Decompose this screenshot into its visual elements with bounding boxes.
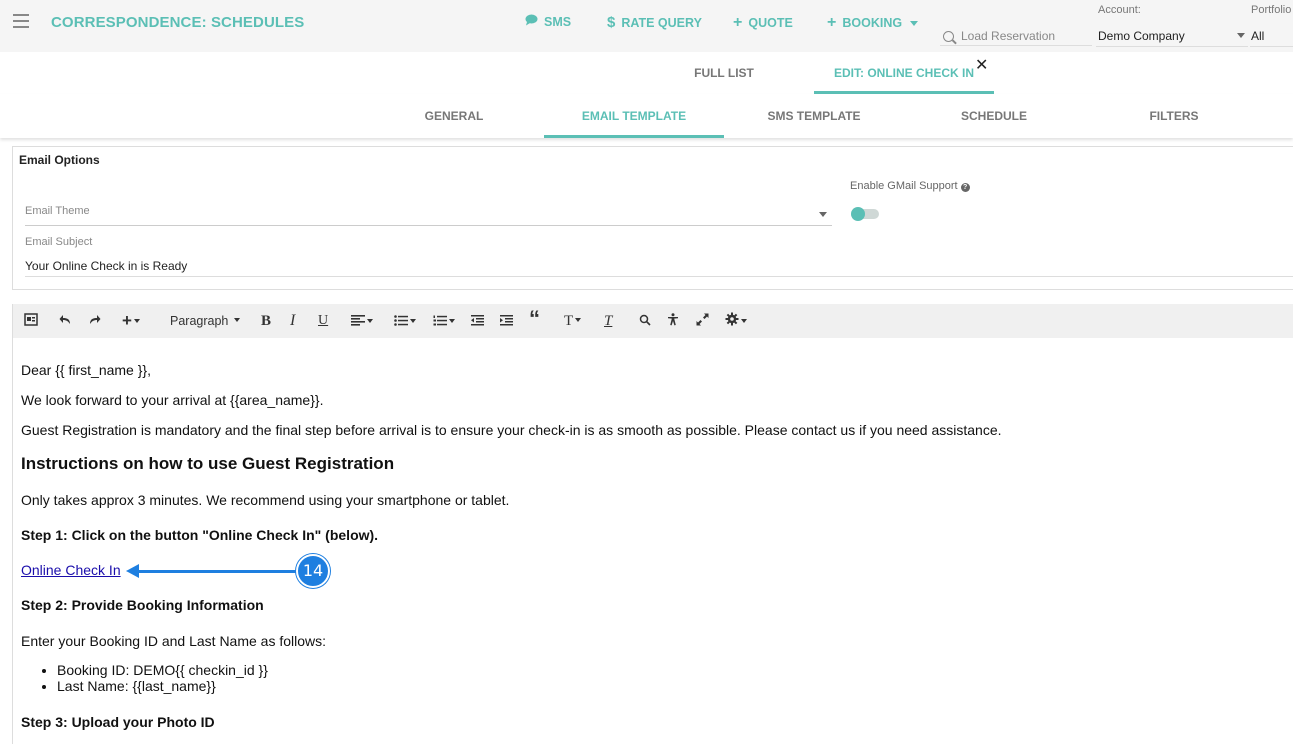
body-line: Only takes approx 3 minutes. We recommen…	[21, 492, 510, 508]
menu-icon[interactable]	[13, 14, 29, 28]
body-line: Enter your Booking ID and Last Name as f…	[21, 633, 327, 649]
email-theme-select[interactable]	[25, 207, 832, 226]
top-tabs: FULL LIST EDIT: ONLINE CHECK IN	[0, 52, 1293, 94]
insert-plus-icon[interactable]: +	[122, 312, 140, 330]
account-select[interactable]: Demo Company	[1098, 29, 1185, 43]
dollar-icon: $	[607, 14, 616, 31]
bullet-list-icon[interactable]	[394, 312, 416, 330]
settings-gear-icon[interactable]	[725, 312, 747, 330]
nav-rate-query-button[interactable]: $ RATE QUERY	[607, 14, 702, 31]
step-3-text: Step 3: Upload your Photo ID	[21, 714, 215, 730]
plus-icon: +	[827, 14, 837, 31]
clear-formatting-icon[interactable]: T	[604, 312, 612, 330]
body-line: We look forward to your arrival at {{are…	[21, 392, 324, 408]
load-reservation-input[interactable]: Load Reservation	[940, 27, 1092, 46]
portfolio-underline	[1250, 46, 1293, 47]
email-options-title: Email Options	[19, 153, 100, 167]
indent-icon[interactable]	[500, 312, 513, 330]
nav-booking-button[interactable]: + BOOKING	[827, 14, 919, 32]
paragraph-format-select[interactable]: Paragraph	[170, 312, 241, 330]
list-item: Last Name: {{last_name}}	[57, 678, 268, 694]
fullscreen-icon[interactable]	[696, 312, 709, 330]
body-line: Guest Registration is mandatory and the …	[21, 422, 1002, 438]
email-subject-underline	[25, 276, 1293, 277]
text-style-icon[interactable]: T	[564, 312, 582, 330]
chevron-down-icon	[910, 20, 919, 26]
email-subject-label: Email Subject	[25, 236, 93, 248]
step-1-text: Step 1: Click on the button "Online Chec…	[21, 527, 379, 543]
editor-toolbar: + Paragraph B I U “ T T	[13, 304, 1293, 338]
body-greeting: Dear {{ first_name }},	[21, 362, 151, 378]
account-underline	[1096, 46, 1248, 47]
search-icon[interactable]	[639, 312, 651, 330]
redo-icon[interactable]	[88, 312, 101, 330]
page-title: CORRESPONDENCE: SCHEDULES	[51, 14, 305, 31]
account-label: Account:	[1098, 4, 1141, 16]
email-subject-field[interactable]: Your Online Check in is Ready	[25, 259, 187, 273]
booking-info-list: Booking ID: DEMO{{ checkin_id }} Last Na…	[21, 662, 268, 694]
tab-full-list[interactable]: FULL LIST	[634, 52, 814, 94]
chevron-down-icon[interactable]	[1237, 33, 1245, 38]
numbered-list-icon[interactable]	[433, 312, 455, 330]
plus-icon: +	[733, 14, 743, 31]
italic-icon[interactable]: I	[290, 312, 295, 330]
accessibility-icon[interactable]	[667, 312, 679, 330]
top-bar: CORRESPONDENCE: SCHEDULES SMS $ RATE QUE…	[0, 0, 1293, 52]
comment-icon	[525, 14, 538, 29]
align-icon[interactable]	[351, 312, 373, 330]
close-icon[interactable]: ✕	[975, 55, 988, 75]
nav-quote-button[interactable]: + QUOTE	[733, 14, 793, 32]
quote-icon[interactable]: “	[529, 308, 540, 330]
help-icon[interactable]: ?	[960, 183, 970, 192]
callout-arrow-head	[126, 564, 139, 578]
step-2-text: Step 2: Provide Booking Information	[21, 597, 264, 613]
email-options-card: Email Options Email Theme Email Subject …	[12, 146, 1293, 290]
portfolio-label: Portfolio	[1251, 4, 1292, 16]
template-icon[interactable]	[24, 312, 38, 330]
sub-tabs: GENERAL EMAIL TEMPLATE SMS TEMPLATE SCHE…	[0, 94, 1293, 138]
online-check-in-link-row: Online Check In	[21, 562, 121, 578]
toggle-knob	[851, 207, 865, 221]
nav-sms-button[interactable]: SMS	[525, 14, 571, 29]
tab-general[interactable]: GENERAL	[364, 94, 544, 138]
email-editor: + Paragraph B I U “ T T Dear {{first_na…	[12, 304, 1293, 744]
outdent-icon[interactable]	[471, 312, 484, 330]
online-check-in-link[interactable]: Online Check In	[21, 562, 121, 578]
gmail-support-label: Enable GMail Support?	[850, 180, 970, 192]
callout-arrow-line	[136, 570, 296, 573]
tab-email-template[interactable]: EMAIL TEMPLATE	[544, 94, 724, 138]
tab-schedule[interactable]: SCHEDULE	[904, 94, 1084, 138]
body-heading: Instructions on how to use Guest Registr…	[21, 454, 395, 473]
bold-icon[interactable]: B	[261, 312, 271, 330]
tab-edit-online-check-in[interactable]: EDIT: ONLINE CHECK IN	[814, 52, 994, 94]
undo-icon[interactable]	[59, 312, 72, 330]
gmail-support-toggle[interactable]	[851, 207, 879, 221]
list-item: Booking ID: DEMO{{ checkin_id }}	[57, 662, 268, 678]
underline-icon[interactable]: U	[318, 312, 328, 330]
chevron-down-icon	[819, 212, 827, 217]
search-icon	[943, 30, 954, 42]
tab-sms-template[interactable]: SMS TEMPLATE	[724, 94, 904, 138]
callout-badge: 14	[296, 554, 330, 588]
portfolio-select[interactable]: All	[1251, 29, 1264, 43]
tab-filters[interactable]: FILTERS	[1084, 94, 1264, 138]
